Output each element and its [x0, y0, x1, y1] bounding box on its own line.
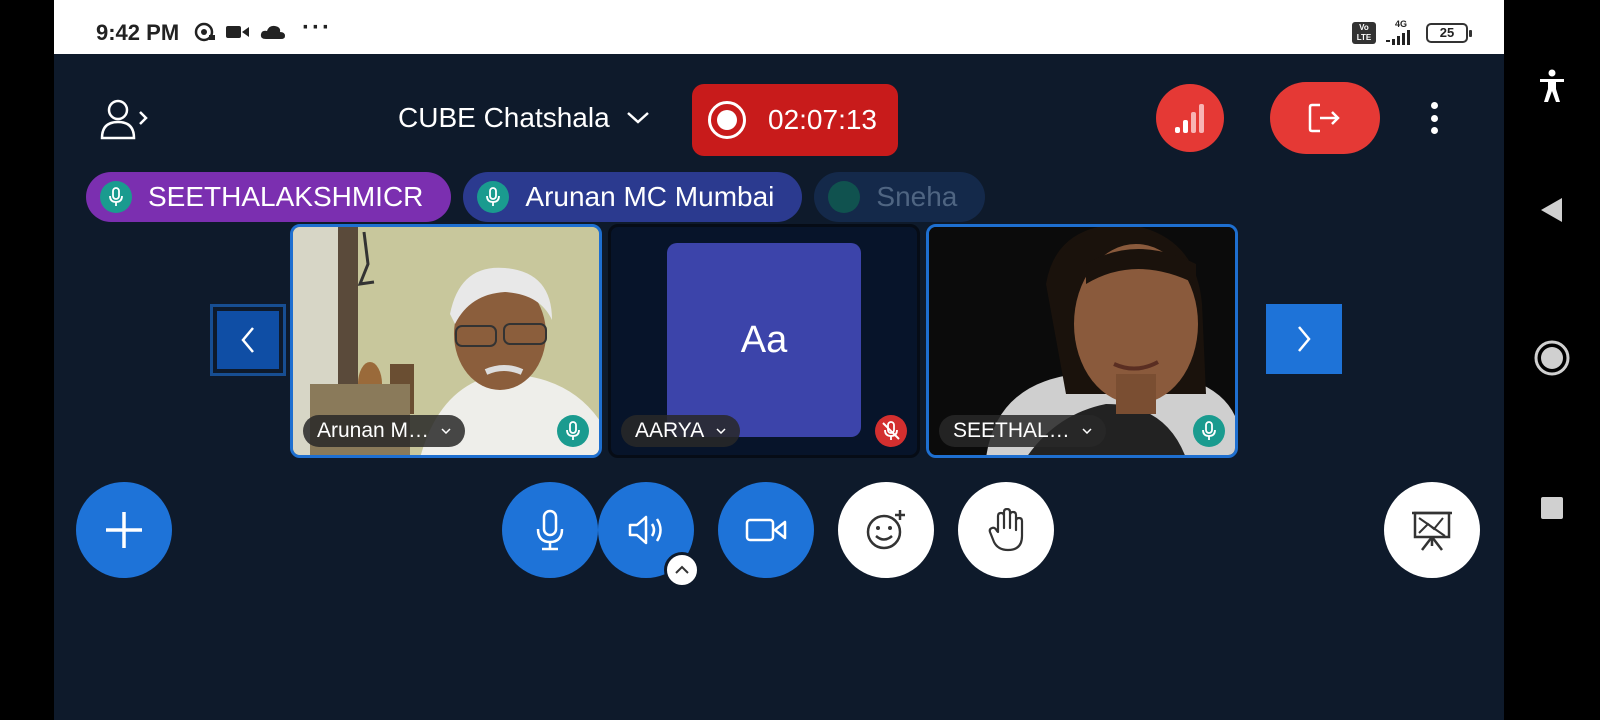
record-icon — [708, 101, 746, 139]
recents-button[interactable] — [1504, 478, 1600, 538]
video-tile[interactable]: Arunan M… — [290, 224, 602, 458]
talker-name: Sneha — [876, 181, 958, 212]
leave-icon — [1308, 103, 1340, 133]
next-page-button[interactable] — [1266, 304, 1342, 374]
tile-name: SEETHAL… — [953, 419, 1070, 442]
recording-timer: 02:07:13 — [768, 104, 877, 135]
meeting-app: CUBE Chatshala 02:07:13 SEETHALAKSHMICR … — [54, 54, 1504, 720]
video-icon — [226, 26, 249, 38]
microphone-muted-icon — [875, 415, 907, 447]
talking-indicator-bar: SEETHALAKSHMICR Arunan MC Mumbai Sneha — [86, 172, 986, 222]
mute-button[interactable] — [502, 482, 598, 578]
microphone-icon — [100, 181, 132, 213]
connection-status-button[interactable] — [1156, 84, 1224, 152]
microphone-icon — [828, 181, 861, 213]
more-options-button[interactable] — [1422, 98, 1446, 138]
status-bar: 9:42 PM ··· Vo LTE 4G 25 — [54, 0, 1504, 54]
plus-icon — [106, 512, 142, 548]
tile-name-dropdown[interactable]: SEETHAL… — [939, 415, 1106, 447]
system-nav-bar — [1504, 0, 1600, 720]
talker-name: Arunan MC Mumbai — [525, 181, 775, 212]
hand-icon — [988, 508, 1024, 552]
chevron-down-icon — [626, 112, 649, 124]
battery-indicator: 25 — [1426, 22, 1472, 43]
network-type: 4G — [1386, 20, 1416, 45]
talker-chip[interactable]: SEETHALAKSHMICR — [86, 172, 452, 222]
microphone-icon — [557, 415, 589, 447]
talker-chip[interactable]: Arunan MC Mumbai — [463, 172, 803, 222]
volte-badge: Vo LTE — [1352, 21, 1376, 44]
back-button[interactable] — [1504, 180, 1600, 240]
back-triangle-icon — [1541, 198, 1562, 222]
chevron-down-icon — [441, 428, 451, 434]
status-notification-icons: ··· — [194, 14, 332, 42]
microphone-icon — [1193, 415, 1225, 447]
accessibility-icon — [1540, 69, 1564, 102]
audio-options-button[interactable] — [664, 552, 700, 588]
status-time: 9:42 PM — [96, 20, 180, 45]
emoji-button[interactable] — [838, 482, 934, 578]
presentation-button[interactable] — [1384, 482, 1480, 578]
tile-name: Arunan M… — [317, 419, 430, 442]
chevron-down-icon — [716, 428, 726, 434]
room-name: CUBE Chatshala — [398, 102, 610, 133]
chevron-up-icon — [675, 565, 689, 574]
emoji-add-icon — [866, 510, 905, 550]
avatar: Aa — [667, 243, 861, 437]
chevron-left-icon — [241, 327, 254, 353]
tile-name: AARYA — [635, 419, 705, 442]
raise-hand-button[interactable] — [958, 482, 1054, 578]
tile-name-dropdown[interactable]: Arunan M… — [303, 415, 466, 447]
video-camera-icon — [745, 518, 787, 542]
cloud-icon — [260, 25, 285, 39]
microphone-icon — [536, 509, 564, 551]
talker-name: SEETHALAKSHMICR — [148, 181, 424, 212]
tile-name-dropdown[interactable]: AARYA — [621, 415, 741, 447]
more-notifications: ··· — [302, 14, 332, 41]
more-vertical-icon — [1430, 102, 1438, 109]
previous-page-button[interactable] — [210, 304, 286, 376]
camera-button[interactable] — [718, 482, 814, 578]
user-list-icon — [100, 99, 148, 140]
talker-chip[interactable]: Sneha — [814, 172, 986, 222]
chevron-right-icon — [1298, 326, 1311, 352]
recents-square-icon — [1541, 497, 1563, 519]
home-button[interactable] — [1504, 328, 1600, 388]
leave-meeting-button[interactable] — [1270, 82, 1380, 154]
room-title-dropdown[interactable]: CUBE Chatshala — [398, 102, 650, 134]
actions-button[interactable] — [76, 482, 172, 578]
signal-icon — [1386, 30, 1410, 45]
screen: 9:42 PM ··· Vo LTE 4G 25 CUBE Chatshala — [0, 0, 1600, 720]
recording-indicator[interactable]: 02:07:13 — [692, 84, 898, 156]
hotspot-icon — [194, 22, 215, 42]
status-system-icons: Vo LTE 4G 25 — [1352, 20, 1472, 45]
accessibility-button[interactable] — [1504, 56, 1600, 116]
microphone-icon — [477, 181, 510, 213]
speaker-icon — [628, 515, 662, 545]
video-tile[interactable]: Aa AARYA — [608, 224, 920, 458]
video-tile[interactable]: SEETHAL… — [926, 224, 1238, 458]
home-circle-icon — [1534, 340, 1570, 376]
presentation-icon — [1412, 511, 1452, 551]
signal-bars-icon — [1175, 104, 1204, 133]
chevron-down-icon — [1082, 428, 1092, 434]
user-list-button[interactable] — [100, 98, 152, 142]
